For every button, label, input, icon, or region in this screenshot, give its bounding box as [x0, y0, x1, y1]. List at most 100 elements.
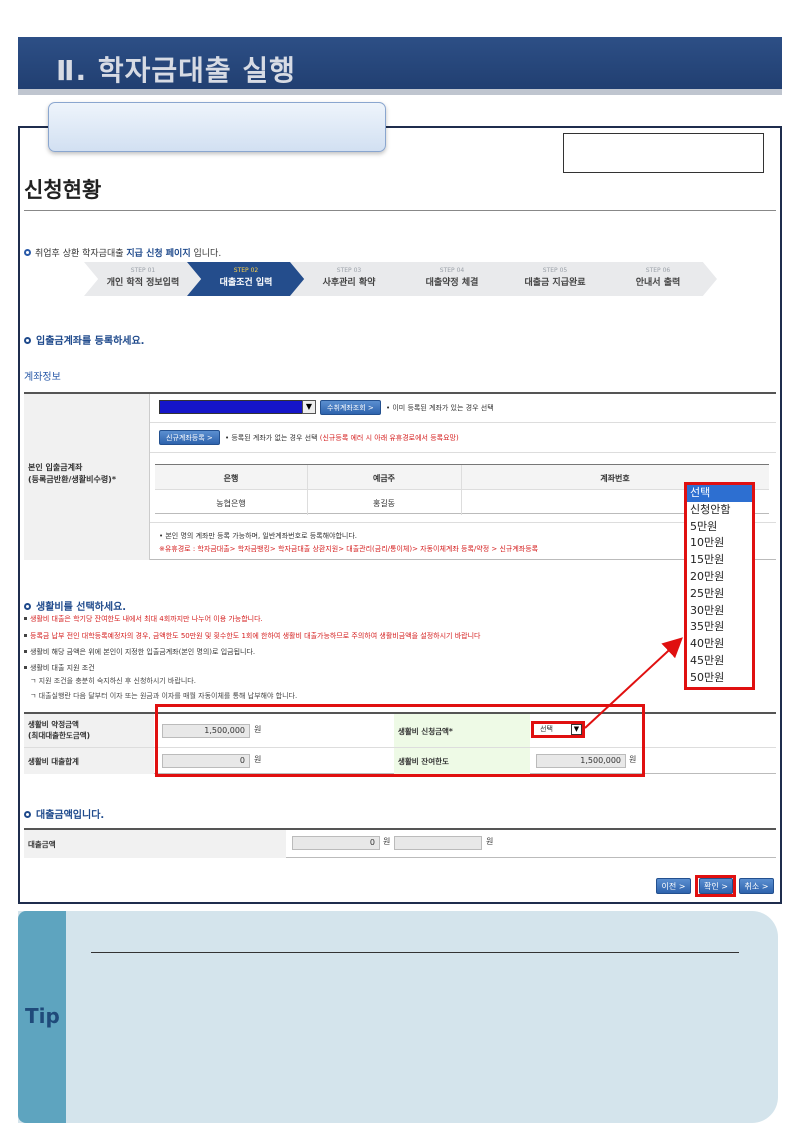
row-divider — [150, 522, 776, 523]
new-account-button[interactable]: 신규계좌등록 > — [159, 430, 220, 445]
dropdown-option[interactable]: 20만원 — [687, 569, 752, 586]
chevron-down-icon[interactable]: ▼ — [571, 724, 582, 735]
account-label-cell: 본인 입출금계좌 (등록금반환/생활비수령)* — [24, 394, 150, 560]
dot-icon — [24, 650, 27, 653]
tip-label: Tip — [25, 1004, 60, 1028]
living-note-text: 생활비 대출은 학기당 잔여한도 내에서 최대 4회까지만 나누어 이용 가능합… — [30, 615, 263, 623]
step-6: STEP 06 안내서 출력 — [599, 262, 717, 296]
confirm-highlight — [695, 875, 736, 897]
step-label: 안내서 출력 — [635, 278, 681, 288]
loan-amount-field: 0 — [292, 836, 380, 850]
lookup-account-button[interactable]: 수취계좌조회 > — [320, 400, 381, 415]
bullet-icon — [24, 249, 31, 256]
dropdown-option[interactable]: 40만원 — [687, 636, 752, 653]
bullet-icon — [24, 811, 31, 818]
living-heading-text: 생활비를 선택하세요. — [36, 602, 127, 613]
lookup-note: • 이미 등록된 계좌가 있는 경우 선택 — [386, 404, 494, 412]
dropdown-option[interactable]: 25만원 — [687, 586, 752, 603]
row-divider — [150, 452, 776, 453]
unit-label: 원 — [486, 837, 494, 846]
step-number: STEP 03 — [336, 267, 362, 274]
step-3: STEP 03 사후관리 확약 — [290, 262, 408, 296]
dropdown-option[interactable]: 45만원 — [687, 653, 752, 670]
account-section-heading: 입출금계좌를 등록하세요. — [24, 332, 144, 347]
loan-amount-field-2 — [394, 836, 482, 850]
alternate-path-note: ※유휴경로 : 학자금대출> 학자금뱅킹> 학자금대출 상환지원> 대출관리(금… — [159, 545, 539, 553]
step-5: STEP 05 대출금 지급완료 — [496, 262, 614, 296]
bank-table: 은행 예금주 계좌번호 농협은행 홍길동 — [155, 464, 769, 515]
step-number: STEP 05 — [542, 267, 568, 274]
step-label: 대출조건 입력 — [219, 278, 273, 288]
step-label: 사후관리 확약 — [322, 278, 376, 288]
highlight-box — [155, 704, 645, 777]
living-note: 생활비 대출은 학기당 잔여한도 내에서 최대 4회까지만 나누어 이용 가능합… — [24, 614, 263, 624]
dropdown-option[interactable]: 10만원 — [687, 535, 752, 552]
living-subnote: ㄱ 지원 조건을 충분히 숙지하신 후 신청하시기 바랍니다. — [30, 677, 196, 685]
step-label: 대출약정 체결 — [425, 278, 479, 288]
section-pill — [48, 102, 386, 152]
contract-amount-label: 생활비 약정금액 (최대대출한도금액) — [28, 720, 91, 740]
row-divider — [150, 422, 776, 423]
banner-title: Ⅱ. 학자금대출 실행 — [56, 54, 296, 87]
step-1: STEP 01 개인 학적 정보입력 — [84, 262, 202, 296]
step-number: STEP 01 — [130, 267, 156, 274]
dropdown-option[interactable]: 5만원 — [687, 519, 752, 536]
dropdown-option[interactable]: 35만원 — [687, 619, 752, 636]
step-4: STEP 04 대출약정 체결 — [393, 262, 511, 296]
living-subnote: ㄱ 대출실행란 다음 달부터 이자 또는 원금과 이자를 매월 자동이체를 통해… — [30, 692, 298, 700]
notice-line: 취업후 상환 학자금대출 지급 신청 페이지 입니다. — [24, 246, 221, 259]
account-table: 본인 입출금계좌 (등록금반환/생활비수령)* ▼ 수취계좌조회 > • 이미 … — [24, 392, 776, 560]
cancel-button[interactable]: 취소 > — [739, 878, 774, 894]
unit-label: 원 — [383, 837, 391, 846]
account-label: 본인 입출금계좌 (등록금반환/생활비수령)* — [28, 463, 117, 484]
prev-button[interactable]: 이전 > — [656, 878, 691, 894]
blank-box — [563, 133, 764, 173]
step-number: STEP 06 — [645, 267, 671, 274]
new-note-text: • 등록된 계좌가 없는 경우 선택 — [225, 434, 320, 442]
label-bg — [24, 830, 286, 858]
loan-total-label: 생활비 대출합계 — [28, 757, 79, 766]
chevron-down-icon[interactable]: ▼ — [302, 400, 316, 414]
dropdown-option[interactable]: 선택 — [687, 485, 752, 502]
living-note: 생활비 대출 지원 조건 — [24, 663, 95, 673]
living-section-heading: 생활비를 선택하세요. — [24, 598, 126, 613]
step-number: STEP 02 — [233, 267, 259, 274]
loan-heading-text: 대출금액입니다. — [36, 810, 105, 821]
bullet-icon — [24, 337, 31, 344]
holder-value: 홍길동 — [372, 499, 396, 508]
account-heading-text: 입출금계좌를 등록하세요. — [36, 336, 145, 347]
amount-dropdown-list[interactable]: 선택 신청안함 5만원 10만원 15만원 20만원 25만원 30만원 35만… — [684, 482, 755, 690]
living-note: 생활비 해당 금액은 위에 본인이 지정한 입출금계좌(본인 명의)로 입금됩니… — [24, 647, 255, 657]
notice-suffix: 입니다. — [190, 249, 222, 259]
step-2: STEP 02 대출조건 입력 — [187, 262, 305, 296]
dropdown-option[interactable]: 30만원 — [687, 603, 752, 620]
loan-section-heading: 대출금액입니다. — [24, 806, 104, 821]
loan-amount-label: 대출금액 — [28, 840, 56, 849]
bank-header: 은행 — [223, 474, 239, 483]
loan-table: 대출금액 0 원 원 — [24, 828, 776, 858]
step-label: 개인 학적 정보입력 — [106, 278, 180, 288]
dropdown-option[interactable]: 신청안함 — [687, 502, 752, 519]
living-note-text: 생활비 해당 금액은 위에 본인이 지정한 입출금계좌(본인 명의)로 입금됩니… — [30, 648, 256, 656]
account-foot-note: • 본인 명의 계좌만 등록 가능하며, 일반계좌번호로 등록해야합니다. — [159, 532, 358, 540]
new-account-note: • 등록된 계좌가 없는 경우 선택 (신규등록 에러 시 아래 유휴경로에서 … — [225, 433, 459, 443]
row-divider — [155, 489, 769, 490]
step-label: 대출금 지급완료 — [524, 278, 586, 288]
header-banner: Ⅱ. 학자금대출 실행 — [18, 37, 782, 95]
title-divider — [24, 210, 776, 211]
new-note-red: (신규등록 에러 시 아래 유휴경로에서 등록요망) — [319, 434, 459, 442]
page-title: 신청현황 — [24, 178, 102, 202]
living-note-text: 등록금 납부 전인 대학등록예정자의 경우, 금액한도 50만원 및 횟수한도 … — [30, 632, 481, 640]
living-note-text: 생활비 대출 지원 조건 — [30, 664, 95, 672]
dropdown-option[interactable]: 15만원 — [687, 552, 752, 569]
step-progress: STEP 01 개인 학적 정보입력 STEP 02 대출조건 입력 STEP 03… — [84, 262, 717, 296]
account-select[interactable] — [159, 400, 315, 414]
notice-bold: 지급 신청 페이지 — [126, 249, 191, 259]
dot-icon — [24, 666, 27, 669]
dropdown-option[interactable]: 50만원 — [687, 670, 752, 687]
account-info-subheading: 계좌정보 — [24, 372, 61, 383]
bank-value: 농협은행 — [216, 499, 246, 508]
holder-header: 예금주 — [372, 474, 396, 483]
dot-icon — [24, 634, 27, 637]
living-note: 등록금 납부 전인 대학등록예정자의 경우, 금액한도 50만원 및 횟수한도 … — [24, 631, 480, 641]
